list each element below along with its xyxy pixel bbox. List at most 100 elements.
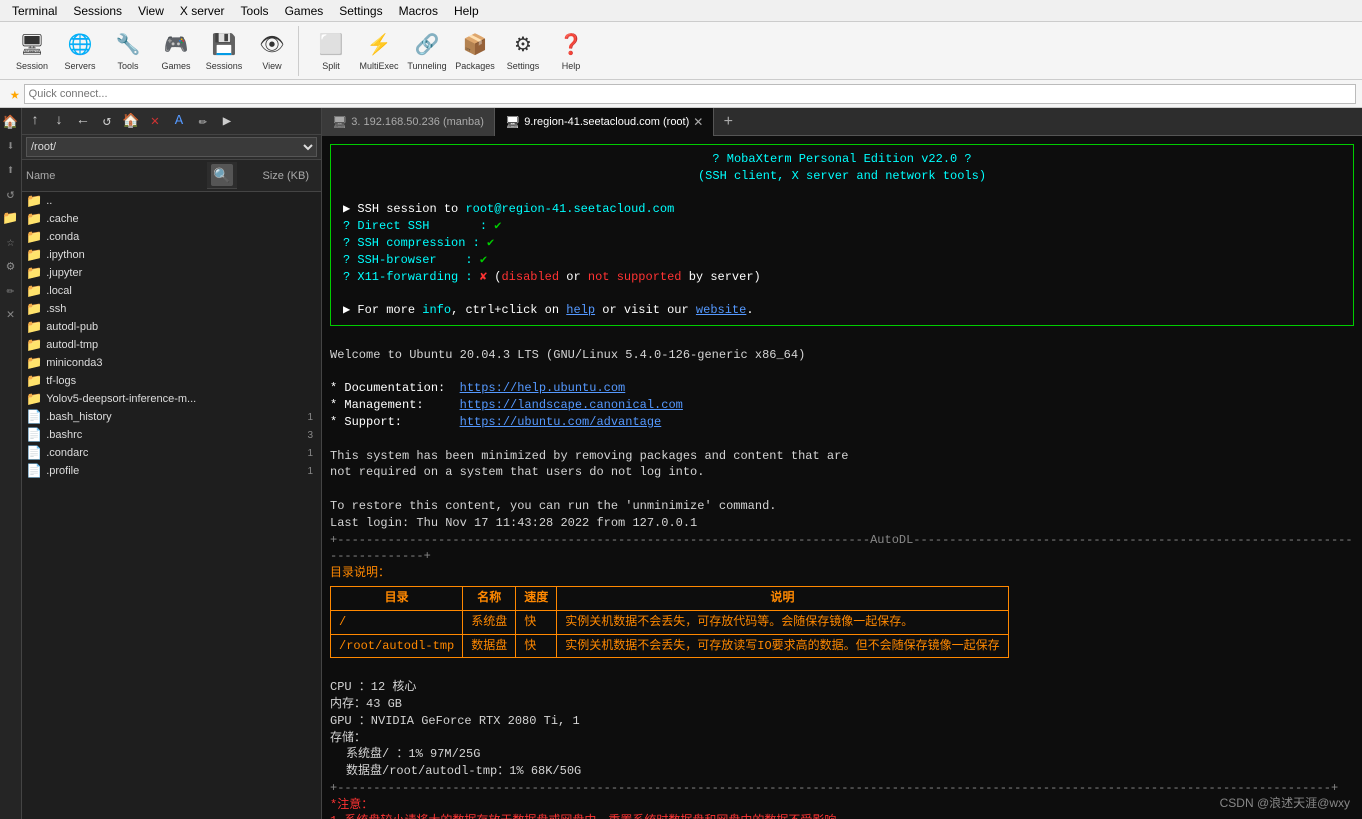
- list-item[interactable]: 📄.bashrc3: [22, 426, 321, 444]
- nav-bookmark-icon[interactable]: 📁: [1, 208, 21, 228]
- list-item[interactable]: 📁tf-logs: [22, 372, 321, 390]
- list-item[interactable]: 📁.conda: [22, 228, 321, 246]
- folder-icon: 📁: [26, 193, 42, 209]
- menu-view[interactable]: View: [130, 2, 172, 20]
- list-item[interactable]: 📁.local: [22, 282, 321, 300]
- sidebar-cmd-icon[interactable]: ▶: [216, 110, 238, 132]
- banner-line1: ? MobaXterm Personal Edition v22.0 ?: [712, 152, 971, 166]
- nav-settings2-icon[interactable]: ⚙: [1, 256, 21, 276]
- toolbar-tunneling-btn[interactable]: 🔗 Tunneling: [405, 27, 449, 75]
- menu-sessions[interactable]: Sessions: [65, 2, 130, 20]
- table-cell: 实例关机数据不会丢失，可存放读写IO要求高的数据。但不会随保存镜像一起保存: [557, 634, 1008, 658]
- help-link[interactable]: help: [566, 303, 595, 317]
- toolbar-help-btn[interactable]: ❓ Help: [549, 27, 593, 75]
- list-item[interactable]: 📁autodl-pub: [22, 318, 321, 336]
- menu-games[interactable]: Games: [277, 2, 332, 20]
- toolbar-split-btn[interactable]: ⬜ Split: [309, 27, 353, 75]
- sidebar-home-icon[interactable]: 🏠: [120, 110, 142, 132]
- toolbar-sessions-btn[interactable]: 💾 Sessions: [202, 27, 246, 75]
- table-row: /root/autodl-tmp数据盘快实例关机数据不会丢失，可存放读写IO要求…: [331, 634, 1009, 658]
- list-item[interactable]: 📁.ssh: [22, 300, 321, 318]
- file-name: ..: [46, 195, 313, 207]
- table-cell: 实例关机数据不会丢失，可存放代码等。会随保存镜像一起保存。: [557, 610, 1008, 634]
- tab-manba[interactable]: 🖥 3. 192.168.50.236 (manba): [322, 108, 495, 136]
- memory-info: 内存：43 GB: [330, 696, 1354, 713]
- toolbar-session-btn[interactable]: 🖥 Session: [10, 27, 54, 75]
- list-item[interactable]: 📁..: [22, 192, 321, 210]
- nav-star-icon[interactable]: ☆: [1, 232, 21, 252]
- list-item[interactable]: 📁.jupyter: [22, 264, 321, 282]
- autodl-separator2: +---------------------------------------…: [330, 780, 1354, 797]
- column-size-header: Size (KB): [237, 170, 317, 182]
- list-item[interactable]: 📁.cache: [22, 210, 321, 228]
- sidebar-text-icon[interactable]: A: [168, 110, 190, 132]
- main-area: 🏠 ⬇ ⬆ ↺ 📁 ☆ ⚙ ✏ ✕ ↑ ↓ ← ↺ 🏠 ✕ A ✏ ▶ /roo…: [0, 108, 1362, 819]
- tunneling-icon: 🔗: [413, 31, 441, 59]
- nav-download-icon[interactable]: ⬇: [1, 136, 21, 156]
- nav-refresh-icon[interactable]: ↺: [1, 184, 21, 204]
- list-item[interactable]: 📄.condarc1: [22, 444, 321, 462]
- folder-icon: 📁: [26, 229, 42, 245]
- sup-link[interactable]: https://ubuntu.com/advantage: [460, 415, 662, 429]
- menu-terminal[interactable]: Terminal: [4, 2, 65, 20]
- table-cell: /: [331, 610, 463, 634]
- toolbar-settings-btn[interactable]: ⚙ Settings: [501, 27, 545, 75]
- file-icon-doc: 📄: [26, 409, 42, 425]
- list-item[interactable]: 📁.ipython: [22, 246, 321, 264]
- quickconnect-input[interactable]: [24, 84, 1356, 104]
- help-text1: , ctrl+click on: [451, 303, 566, 317]
- menu-xserver[interactable]: X server: [172, 2, 233, 20]
- quickconnect-bar: ★: [0, 80, 1362, 108]
- sidebar-x-icon[interactable]: ✕: [144, 110, 166, 132]
- star-button[interactable]: ★: [6, 84, 24, 104]
- list-item[interactable]: 📁Yolov5-deepsort-inference-m...: [22, 390, 321, 408]
- file-list: 📁..📁.cache📁.conda📁.ipython📁.jupyter📁.loc…: [22, 192, 321, 819]
- file-name: .ssh: [46, 303, 313, 315]
- sidebar-refresh2-icon[interactable]: ↺: [96, 110, 118, 132]
- toolbar-servers-btn[interactable]: 🌐 Servers: [58, 27, 102, 75]
- nav-home-icon[interactable]: 🏠: [1, 112, 21, 132]
- list-item[interactable]: 📄.profile1: [22, 462, 321, 480]
- toolbar-group-session: 🖥 Session 🌐 Servers 🔧 Tools 🎮 Games 💾 Se…: [6, 26, 299, 76]
- menu-tools[interactable]: Tools: [233, 2, 277, 20]
- doc-link[interactable]: https://help.ubuntu.com: [460, 381, 626, 395]
- toolbar-view-btn[interactable]: 👁 View: [250, 27, 294, 75]
- table-cell: /root/autodl-tmp: [331, 634, 463, 658]
- compression-val: ✔: [487, 236, 494, 250]
- website-link[interactable]: website: [696, 303, 746, 317]
- toolbar-games-btn[interactable]: 🎮 Games: [154, 27, 198, 75]
- list-item[interactable]: 📁miniconda3: [22, 354, 321, 372]
- file-icon-doc: 📄: [26, 445, 42, 461]
- toolbar-packages-btn[interactable]: 📦 Packages: [453, 27, 497, 75]
- nav-edit-icon[interactable]: ✏: [1, 280, 21, 300]
- dir-header-name: 名称: [463, 586, 516, 610]
- sidebar-search-btn[interactable]: 🔍: [211, 164, 233, 186]
- toolbar-sessions-label: Sessions: [206, 61, 243, 71]
- menu-help[interactable]: Help: [446, 2, 487, 20]
- browser-label: ? SSH-browser :: [343, 253, 480, 267]
- session-icon: 🖥: [18, 31, 46, 59]
- nav-upload-icon[interactable]: ⬆: [1, 160, 21, 180]
- browser-val: ✔: [480, 253, 487, 267]
- menu-settings[interactable]: Settings: [331, 2, 390, 20]
- folder-icon: 📁: [26, 265, 42, 281]
- toolbar-tools-btn[interactable]: 🔧 Tools: [106, 27, 150, 75]
- tab-add-btn[interactable]: +: [714, 108, 742, 136]
- terminal-content[interactable]: ? MobaXterm Personal Edition v22.0 ? (SS…: [322, 136, 1362, 819]
- sidebar-path-select[interactable]: /root/: [26, 137, 317, 157]
- storage-title: 存储：: [330, 730, 1354, 747]
- mgmt-link[interactable]: https://landscape.canonical.com: [460, 398, 683, 412]
- menu-macros[interactable]: Macros: [391, 2, 446, 20]
- direct-ssh-val: ✔: [494, 219, 501, 233]
- tab-close-btn[interactable]: ✕: [693, 115, 703, 129]
- list-item[interactable]: 📄.bash_history1: [22, 408, 321, 426]
- nav-close-icon[interactable]: ✕: [1, 304, 21, 324]
- sidebar-down-icon[interactable]: ↓: [48, 110, 70, 132]
- tab-seetacloud[interactable]: 🖥 9.region-41.seetacloud.com (root) ✕: [495, 108, 714, 136]
- sidebar-up-icon[interactable]: ↑: [24, 110, 46, 132]
- sidebar-edit2-icon[interactable]: ✏: [192, 110, 214, 132]
- sidebar-left-icon[interactable]: ←: [72, 110, 94, 132]
- tab-manba-icon: 🖥: [332, 115, 347, 129]
- list-item[interactable]: 📁autodl-tmp: [22, 336, 321, 354]
- toolbar-multiexec-btn[interactable]: ⚡ MultiExec: [357, 27, 401, 75]
